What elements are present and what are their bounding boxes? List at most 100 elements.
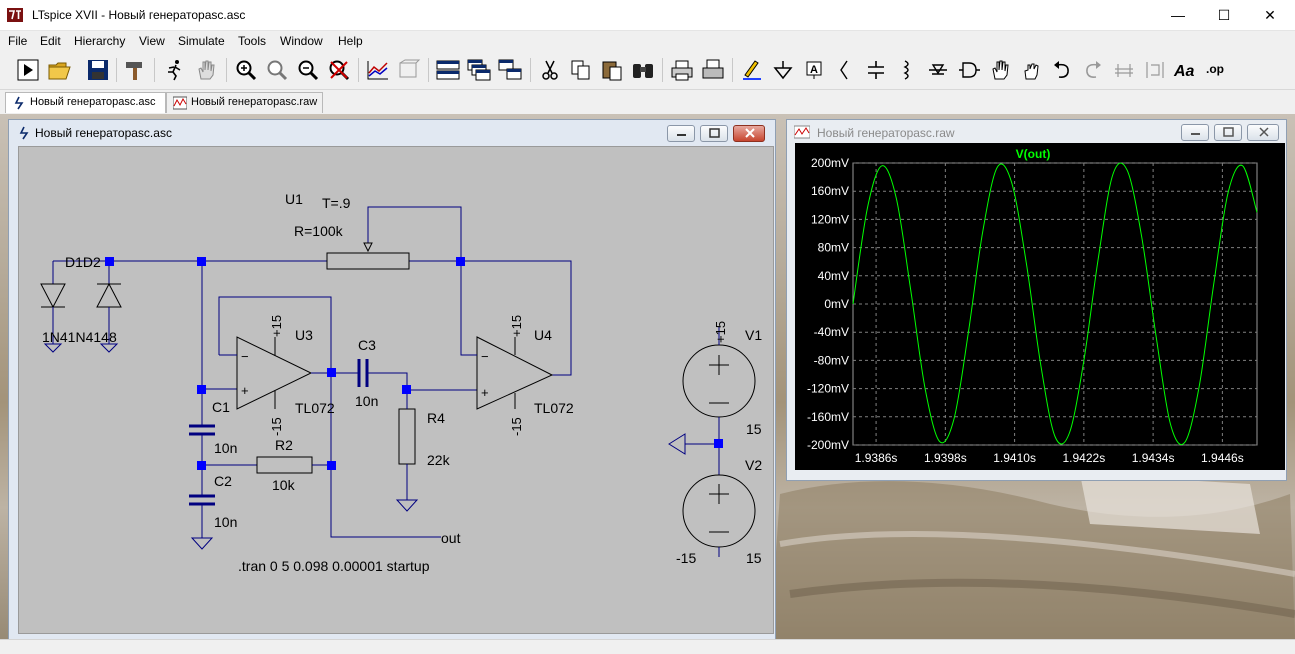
paste-icon[interactable] <box>599 57 625 83</box>
toolbar-separator <box>226 58 227 82</box>
u4-label: U4 <box>534 327 552 343</box>
open-folder-icon[interactable] <box>47 57 73 83</box>
schematic-close-button[interactable] <box>733 125 765 142</box>
u4-model-label: TL072 <box>534 400 574 416</box>
menu-hierarchy[interactable]: Hierarchy <box>74 34 125 48</box>
chart-title[interactable]: V(out) <box>1016 147 1051 161</box>
maximize-button[interactable]: ☐ <box>1201 0 1247 31</box>
toolbar: A Aa .op <box>0 52 1295 90</box>
cut-icon[interactable] <box>537 57 563 83</box>
tile-horizontal-icon[interactable] <box>435 57 461 83</box>
zoom-out-icon[interactable] <box>295 57 321 83</box>
tab-waveform[interactable]: Новый генераторasc.raw <box>166 92 323 113</box>
schematic-canvas[interactable]: − + − + U1 T=.9 R=100k D1D2 1N41N4148 U3… <box>18 146 774 634</box>
text-icon[interactable]: Aa <box>1173 57 1199 83</box>
rotate-icon[interactable] <box>1111 57 1137 83</box>
d1d2-label: D1D2 <box>65 254 101 270</box>
zoom-in-icon[interactable] <box>233 57 259 83</box>
y-tick-label: 120mV <box>811 212 849 226</box>
component-icon[interactable] <box>956 57 982 83</box>
r4-label: R4 <box>427 410 445 426</box>
v2-label: V2 <box>745 457 762 473</box>
minimize-button[interactable]: — <box>1155 0 1201 31</box>
schematic-window-titlebar[interactable]: Новый генераторasc.asc <box>9 120 775 144</box>
menu-help[interactable]: Help <box>338 34 363 48</box>
y-tick-label: -200mV <box>807 438 849 452</box>
y-tick-label: 40mV <box>818 269 849 283</box>
menu-file[interactable]: File <box>8 34 27 48</box>
x-tick-label: 1.9398s <box>924 451 967 465</box>
hammer-icon[interactable] <box>122 57 148 83</box>
schematic-minimize-button[interactable] <box>667 125 695 142</box>
r2-value: 10k <box>272 477 296 493</box>
v1-top-net-label: +15 <box>713 321 728 343</box>
waveform-window-title: Новый генераторasc.raw <box>817 126 955 140</box>
schematic-restore-button[interactable] <box>700 125 728 142</box>
c2-label: C2 <box>214 473 232 489</box>
v2-bottom-net-label: -15 <box>676 550 696 566</box>
save-icon[interactable] <box>85 57 111 83</box>
menu-bar: File Edit Hierarchy View Simulate Tools … <box>0 31 1295 51</box>
drag-hand-icon[interactable] <box>1018 57 1044 83</box>
x-tick-label: 1.9386s <box>855 451 898 465</box>
copy-icon[interactable] <box>568 57 594 83</box>
run-man-icon[interactable] <box>162 57 188 83</box>
waveform-restore-button[interactable] <box>1214 124 1242 141</box>
ltspice-app-icon <box>7 8 23 22</box>
label-net-icon[interactable]: A <box>801 57 827 83</box>
y-tick-label: 0mV <box>824 297 849 311</box>
mdi-workspace: Новый генераторasc.asc − + − + U1 T=.9 R… <box>0 114 1295 639</box>
document-tabs: Новый генераторasc.asc Новый генераторas… <box>0 90 1295 114</box>
tab-schematic[interactable]: Новый генераторasc.asc <box>5 92 166 113</box>
schematic-icon <box>14 96 24 110</box>
menu-tools[interactable]: Tools <box>238 34 266 48</box>
autorange-icon[interactable] <box>365 57 391 83</box>
toolbar-separator <box>116 58 117 82</box>
title-bar: LTspice XVII - Новый генераторasc.asc — … <box>0 0 1295 31</box>
window-title: LTspice XVII - Новый генераторasc.asc <box>32 8 246 22</box>
resistor-icon[interactable] <box>832 57 858 83</box>
waveform-window-titlebar[interactable]: Новый генераторasc.raw <box>787 120 1286 144</box>
zoom-pan-icon[interactable] <box>264 57 290 83</box>
menu-edit[interactable]: Edit <box>40 34 61 48</box>
toolbar-separator <box>530 58 531 82</box>
halt-hand-icon[interactable] <box>193 57 219 83</box>
tab-label: Новый генераторasc.raw <box>191 96 318 108</box>
find-binoculars-icon[interactable] <box>630 57 656 83</box>
c1-value: 10n <box>214 440 237 456</box>
status-bar <box>0 639 1295 654</box>
tile-vertical-icon[interactable] <box>497 57 523 83</box>
menu-view[interactable]: View <box>139 34 165 48</box>
tab-label: Новый генераторasc.asc <box>30 96 156 108</box>
cascade-icon[interactable] <box>466 57 492 83</box>
print-preview-icon[interactable] <box>700 57 726 83</box>
inductor-icon[interactable] <box>894 57 920 83</box>
toolbar-separator <box>662 58 663 82</box>
c1-label: C1 <box>212 399 230 415</box>
waveform-minimize-button[interactable] <box>1181 124 1209 141</box>
print-icon[interactable] <box>669 57 695 83</box>
zoom-fit-icon[interactable] <box>326 57 352 83</box>
spice-directive[interactable]: .tran 0 5 0.098 0.00001 startup <box>238 558 430 574</box>
move-hand-icon[interactable] <box>987 57 1013 83</box>
waveform-close-button[interactable] <box>1247 124 1279 141</box>
mirror-icon[interactable] <box>1142 57 1168 83</box>
draw-wire-pencil-icon[interactable] <box>739 57 765 83</box>
plot-settings-icon[interactable] <box>396 57 422 83</box>
diode-icon[interactable] <box>925 57 951 83</box>
svg-text:−: − <box>241 349 249 364</box>
close-button[interactable]: ✕ <box>1247 0 1293 31</box>
run-icon[interactable] <box>15 57 41 83</box>
undo-icon[interactable] <box>1049 57 1075 83</box>
waveform-plot-pane[interactable]: V(out) 200mV 160mV 120mV 80mV 40mV 0mV -40mV -8… <box>795 143 1285 470</box>
spice-directive-icon[interactable]: .op <box>1204 57 1230 83</box>
waveform-icon <box>794 125 810 139</box>
capacitor-icon[interactable] <box>863 57 889 83</box>
menu-simulate[interactable]: Simulate <box>178 34 225 48</box>
ground-icon[interactable] <box>770 57 796 83</box>
svg-text:Aa: Aa <box>1173 63 1195 80</box>
menu-window[interactable]: Window <box>280 34 323 48</box>
redo-icon[interactable] <box>1080 57 1106 83</box>
x-tick-label: 1.9422s <box>1063 451 1106 465</box>
u3-vplus-label: +15 <box>269 315 284 337</box>
